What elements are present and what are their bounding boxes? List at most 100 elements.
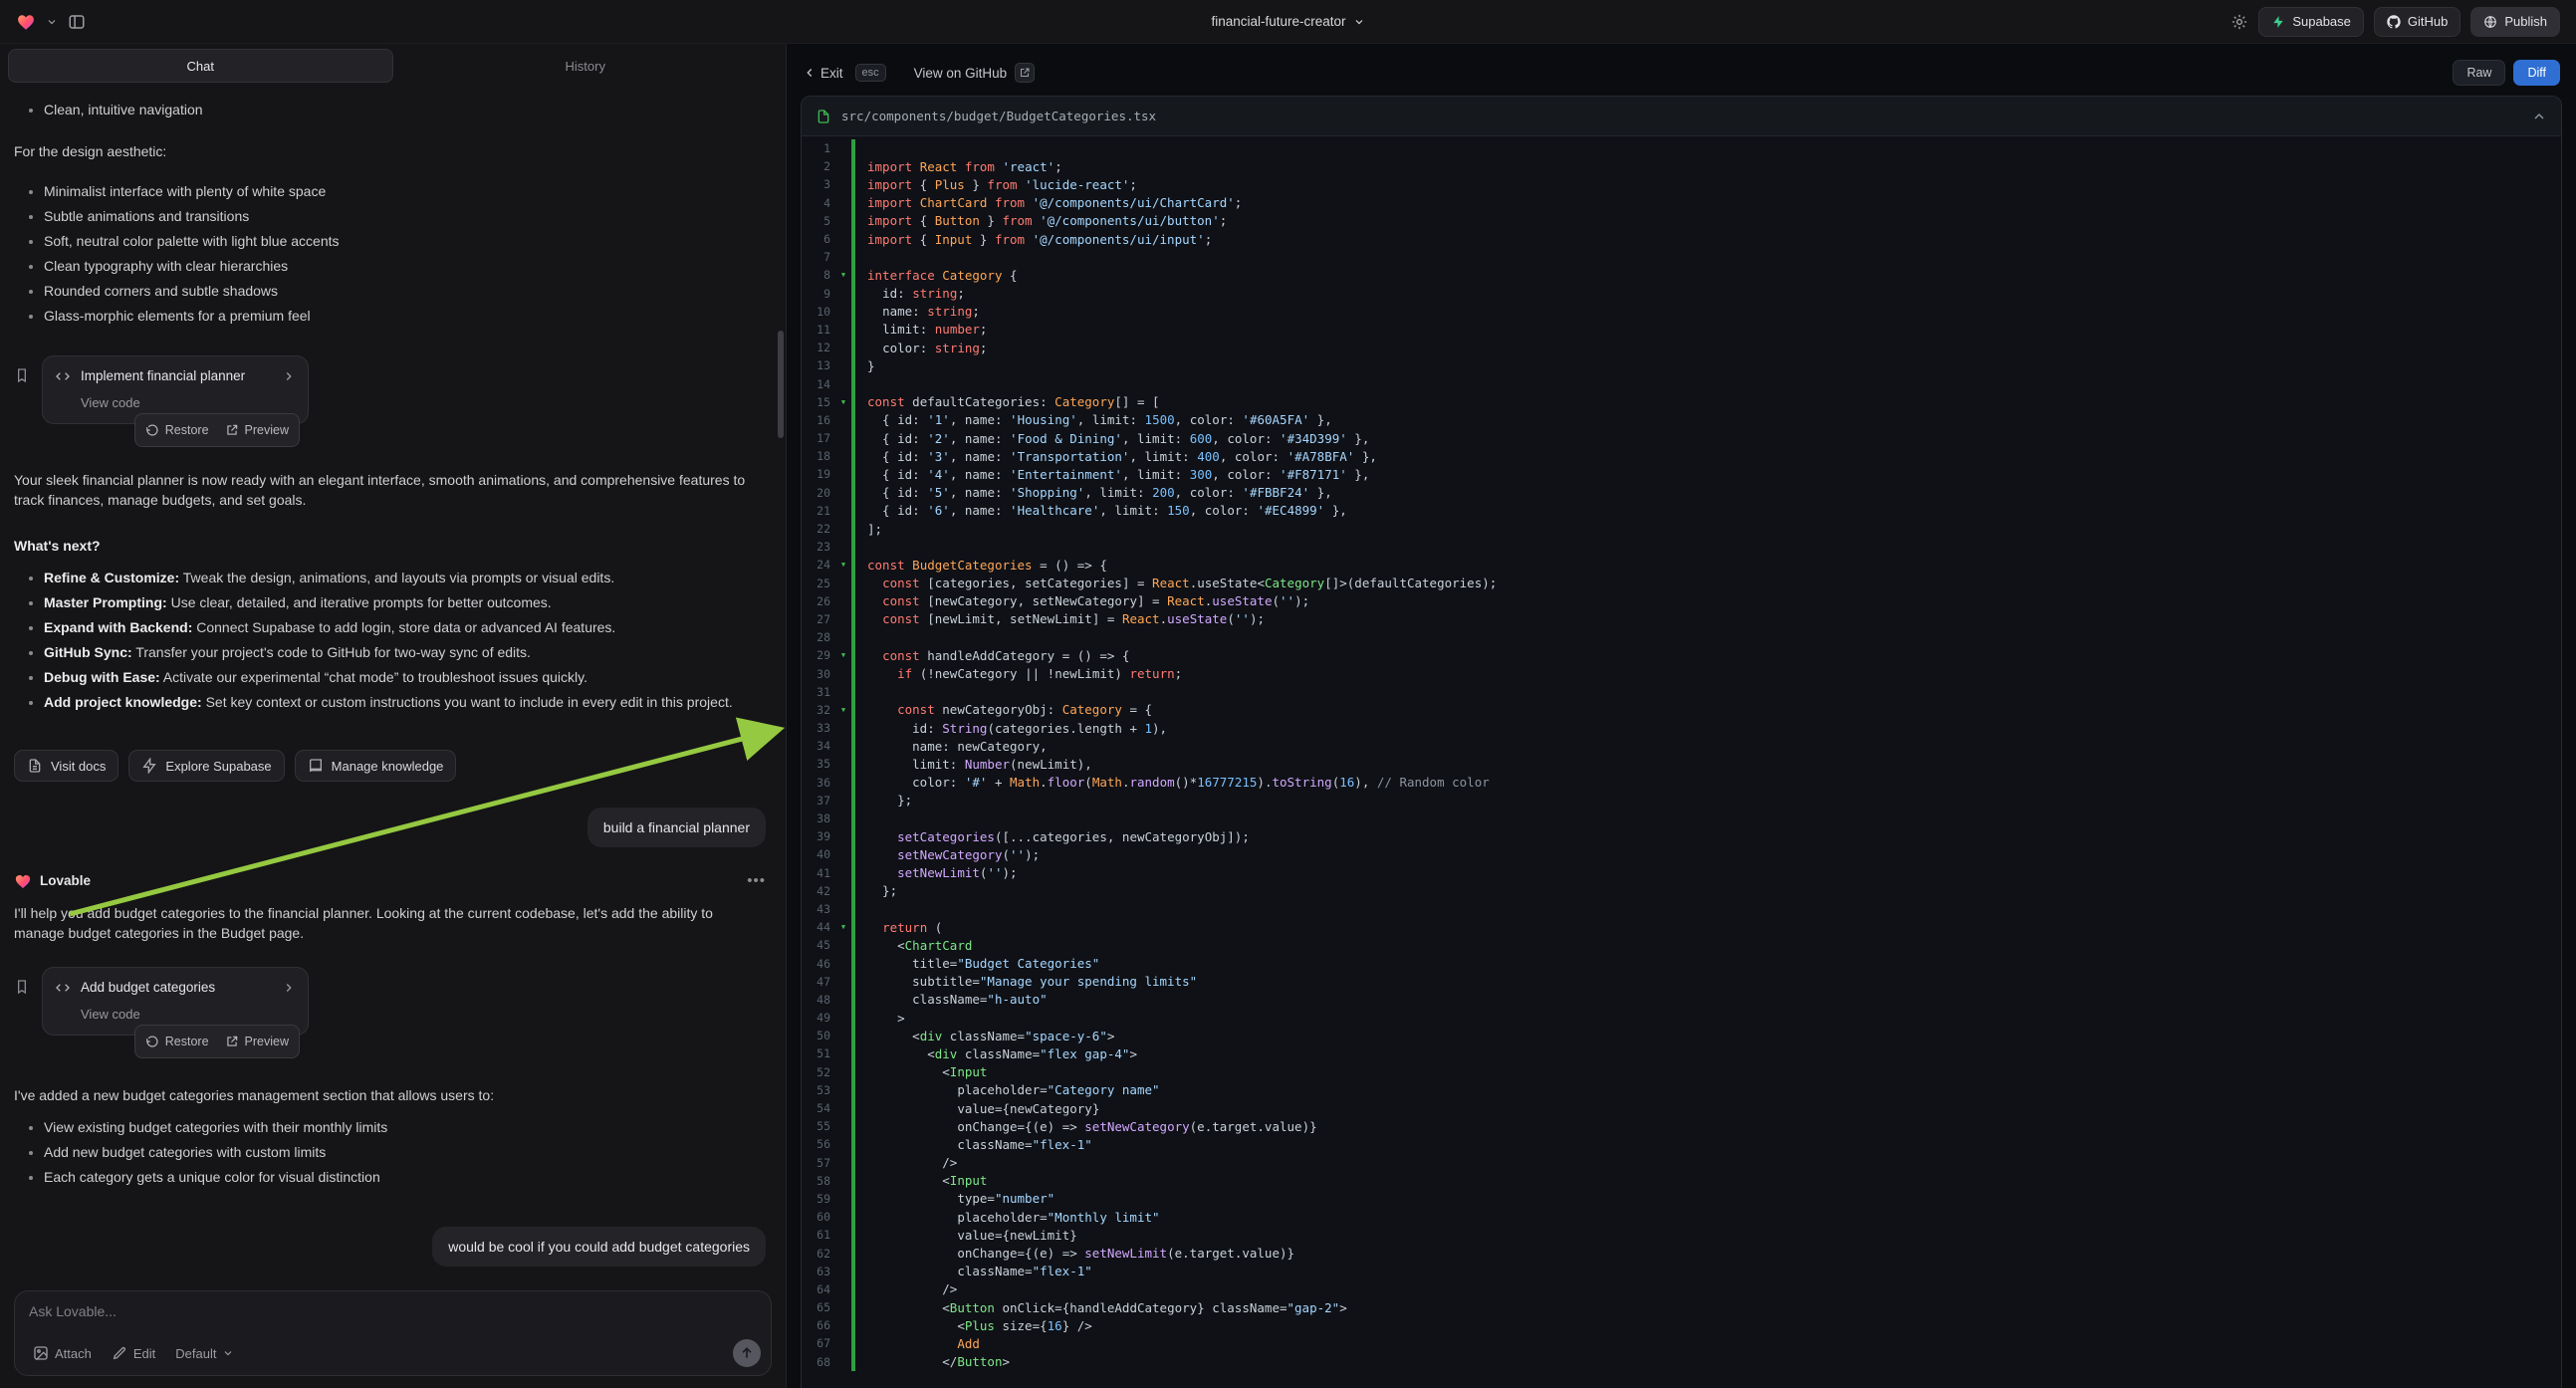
chat-input[interactable]: Ask Lovable... [29,1303,757,1319]
view-code-link[interactable]: View code [81,393,296,413]
chevron-up-icon[interactable] [2531,109,2547,124]
manage-knowledge-button[interactable]: Manage knowledge [295,750,457,782]
code-line: 7 [802,248,2561,266]
project-switcher[interactable]: financial-future-creator [1211,14,1364,29]
app-root: financial-future-creator Supabase GitHub… [0,0,2576,1388]
version-card-actions: Restore Preview [134,413,300,447]
preview-icon [225,423,239,437]
code-line: 14 [802,374,2561,392]
code-line: 57 /> [802,1154,2561,1172]
fold-chevron-icon[interactable]: ▼ [835,561,851,569]
send-button[interactable] [733,1339,761,1367]
version-card-row-1: Implement financial planner View code Re… [14,355,766,424]
code-line: 10 name: string; [802,303,2561,321]
fold-chevron-icon[interactable]: ▼ [835,923,851,931]
supabase-button[interactable]: Supabase [2258,7,2364,37]
code-line: 33 id: String(categories.length + 1), [802,719,2561,737]
code-line: 23 [802,538,2561,556]
code-line: 58 <Input [802,1172,2561,1190]
chat-messages[interactable]: Clean, intuitive navigation For the desi… [0,83,786,1280]
next-step-item: Expand with Backend: Connect Supabase to… [44,617,766,637]
code-line: 50 <div className="space-y-6"> [802,1027,2561,1044]
code-line: 60 placeholder="Monthly limit" [802,1208,2561,1226]
restore-icon [145,1035,159,1048]
mode-select[interactable]: Default [167,1340,242,1367]
exit-button[interactable]: Exit [803,66,843,81]
code-line: 21 { id: '6', name: 'Healthcare', limit:… [802,502,2561,520]
settings-gear-icon[interactable] [2230,13,2248,31]
project-chevron-down-icon [1353,16,1365,28]
sidebar-toggle-icon[interactable] [68,13,86,31]
code-line: 11 limit: number; [802,321,2561,339]
code-file-card: src/components/budget/BudgetCategories.t… [801,96,2562,1388]
version-card-title: Implement financial planner [81,366,245,386]
chevron-right-icon[interactable] [282,981,296,995]
more-options-icon[interactable]: ••• [747,871,766,891]
code-line: 37 }; [802,792,2561,810]
code-line: 32▼ const newCategoryObj: Category = { [802,701,2561,719]
raw-button[interactable]: Raw [2453,60,2505,86]
code-line: 42 }; [802,882,2561,900]
restore-button[interactable]: Restore [145,1032,209,1051]
bullet-item: Rounded corners and subtle shadows [44,281,766,301]
tab-history[interactable]: History [393,49,779,83]
code-line: 66 <Plus size={16} /> [802,1316,2561,1334]
attach-image-icon [33,1345,49,1361]
chevron-right-icon[interactable] [282,369,296,383]
external-link-icon[interactable] [1015,63,1035,83]
code-line: 47 subtitle="Manage your spending limits… [802,973,2561,991]
topbar: financial-future-creator Supabase GitHub… [0,0,2576,44]
chat-scrollbar[interactable] [778,331,784,438]
lovable-logo-heart-icon[interactable] [16,12,36,32]
composer-toolbar: Attach Edit Default [25,1339,761,1367]
code-line: 48 className="h-auto" [802,991,2561,1009]
code-line: 39 setCategories([...categories, newCate… [802,827,2561,845]
arrow-up-icon [739,1345,755,1361]
explore-supabase-button[interactable]: Explore Supabase [128,750,284,782]
fold-chevron-icon[interactable]: ▼ [835,398,851,406]
code-line: 30 if (!newCategory || !newLimit) return… [802,664,2561,682]
preview-button[interactable]: Preview [225,420,289,440]
file-header[interactable]: src/components/budget/BudgetCategories.t… [802,97,2561,136]
restore-icon [145,423,159,437]
code-line: 54 value={newCategory} [802,1099,2561,1117]
supabase-bolt-icon [141,758,157,774]
version-card-add-budget-categories[interactable]: Add budget categories View code Restore [42,967,309,1036]
code-line: 26 const [newCategory, setNewCategory] =… [802,592,2561,610]
code-line: 45 <ChartCard [802,936,2561,954]
next-step-item: Master Prompting: Use clear, detailed, a… [44,592,766,612]
code-line: 4import ChartCard from '@/components/ui/… [802,194,2561,212]
version-card-row-2: Add budget categories View code Restore [14,967,766,1036]
whats-next-heading: What's next? [14,536,766,556]
supabase-icon [2271,15,2285,29]
restore-button[interactable]: Restore [145,420,209,440]
chevron-down-icon [222,1347,234,1359]
lovable-heart-icon [14,872,32,890]
fold-chevron-icon[interactable]: ▼ [835,651,851,659]
bookmark-icon[interactable] [14,979,30,995]
code-line: 63 className="flex-1" [802,1263,2561,1280]
fold-chevron-icon[interactable]: ▼ [835,271,851,279]
logo-chevron-down-icon[interactable] [46,16,58,28]
version-card-implement-financial-planner[interactable]: Implement financial planner View code Re… [42,355,309,424]
code-line: 68 </Button> [802,1353,2561,1371]
github-button[interactable]: GitHub [2374,7,2460,37]
edit-button[interactable]: Edit [104,1339,163,1367]
code-lines[interactable]: 12import React from 'react';3import { Pl… [802,136,2561,1388]
view-on-github-button[interactable]: View on GitHub [914,63,1036,83]
user-message-2: would be cool if you could add budget ca… [432,1227,766,1267]
preview-icon [225,1035,239,1048]
fold-chevron-icon[interactable]: ▼ [835,706,851,714]
bookmark-icon[interactable] [14,367,30,383]
view-code-link[interactable]: View code [81,1005,296,1025]
tab-chat[interactable]: Chat [8,49,393,83]
publish-button[interactable]: Publish [2470,7,2560,37]
preview-button[interactable]: Preview [225,1032,289,1051]
visit-docs-button[interactable]: Visit docs [14,750,118,782]
code-line: 5import { Button } from '@/components/ui… [802,212,2561,230]
code-line: 27 const [newLimit, setNewLimit] = React… [802,610,2561,628]
diff-button[interactable]: Diff [2513,60,2560,86]
assistant-name: Lovable [40,871,91,891]
attach-button[interactable]: Attach [25,1339,100,1367]
code-line: 64 /> [802,1280,2561,1298]
